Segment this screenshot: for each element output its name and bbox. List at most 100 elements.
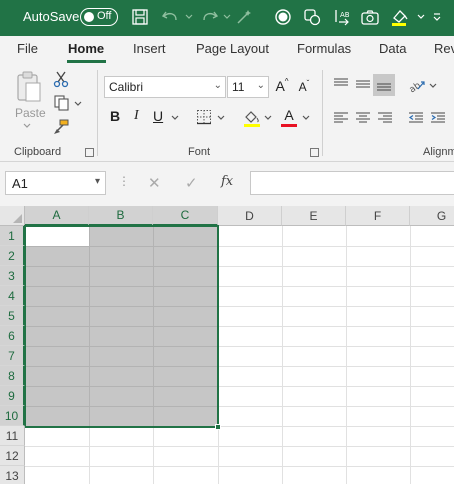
- fill-color-icon[interactable]: [242, 108, 262, 128]
- paste-dropdown-icon[interactable]: [22, 122, 32, 130]
- font-launcher-icon[interactable]: [310, 148, 319, 157]
- customize-quick-access-icon[interactable]: [426, 6, 448, 28]
- tab-page-layout[interactable]: Page Layout: [196, 41, 269, 56]
- select-all-icon: [13, 214, 22, 223]
- shapes-icon[interactable]: [301, 6, 323, 28]
- grow-font-icon[interactable]: A ^: [273, 76, 291, 96]
- row-header-7[interactable]: 7: [0, 346, 25, 366]
- row-header-1[interactable]: 1: [0, 226, 25, 246]
- underline-button[interactable]: U: [153, 108, 163, 124]
- formula-bar: A1 ▾ ⋮ ✕ ✓ fx: [0, 162, 454, 206]
- tab-formulas[interactable]: Formulas: [297, 41, 351, 56]
- copy-dropdown-icon[interactable]: [74, 100, 82, 108]
- font-group-label: Font: [188, 146, 211, 158]
- enter-icon[interactable]: ✓: [185, 174, 198, 192]
- column-header-f[interactable]: F: [346, 206, 410, 226]
- bold-button[interactable]: B: [110, 108, 120, 124]
- column-header-b[interactable]: B: [89, 206, 153, 226]
- chevron-down-icon: ▾: [94, 176, 100, 187]
- grid-line: [25, 446, 454, 447]
- font-name-input[interactable]: Calibri ⌄: [104, 76, 226, 98]
- copy-icon[interactable]: [52, 94, 72, 112]
- borders-dropdown-icon[interactable]: [216, 114, 226, 122]
- top-align-icon[interactable]: [332, 76, 350, 92]
- row-header-3[interactable]: 3: [0, 266, 25, 286]
- row-header-6[interactable]: 6: [0, 326, 25, 346]
- paste-icon[interactable]: [14, 70, 44, 104]
- tab-review[interactable]: Rev: [434, 41, 454, 56]
- fill-handle[interactable]: [215, 424, 221, 430]
- circle-icon[interactable]: [272, 6, 294, 28]
- tab-home[interactable]: Home: [68, 41, 104, 56]
- row-header-11[interactable]: 11: [0, 426, 25, 446]
- column-header-d[interactable]: D: [218, 206, 282, 226]
- row-header-8[interactable]: 8: [0, 366, 25, 386]
- ribbon: Paste Clipboard Calibri ⌄ 11 ⌄ A ^ Aˇ B I…: [0, 64, 454, 162]
- tab-data[interactable]: Data: [379, 41, 406, 56]
- more-options-icon[interactable]: ⋮: [118, 174, 130, 188]
- font-color-dropdown-icon[interactable]: [301, 114, 311, 122]
- orientation-icon[interactable]: ab: [407, 76, 427, 94]
- row-header-4[interactable]: 4: [0, 286, 25, 306]
- column-header-c[interactable]: C: [153, 206, 218, 226]
- row-header-10[interactable]: 10: [0, 406, 25, 426]
- tab-insert[interactable]: Insert: [133, 41, 166, 56]
- ribbon-tabs: File Home Insert Page Layout Formulas Da…: [0, 36, 454, 64]
- row-header-9[interactable]: 9: [0, 386, 25, 406]
- name-box[interactable]: A1 ▾: [5, 171, 106, 195]
- align-left-icon[interactable]: [332, 110, 350, 126]
- decrease-indent-icon[interactable]: [407, 110, 425, 126]
- cut-icon[interactable]: [52, 70, 70, 88]
- magic-wand-icon[interactable]: [233, 6, 255, 28]
- save-icon[interactable]: [129, 6, 151, 28]
- shrink-font-icon[interactable]: Aˇ: [295, 78, 313, 96]
- toggle-knob: [84, 12, 94, 22]
- row-header-12[interactable]: 12: [0, 446, 25, 466]
- clipboard-launcher-icon[interactable]: [85, 148, 94, 157]
- select-all-button[interactable]: [0, 206, 25, 226]
- text-direction-icon[interactable]: AB: [331, 6, 353, 28]
- column-header-e[interactable]: E: [282, 206, 346, 226]
- bottom-align-icon[interactable]: [373, 74, 395, 96]
- italic-button[interactable]: I: [134, 108, 139, 124]
- tab-file[interactable]: File: [17, 41, 38, 56]
- align-center-icon[interactable]: [354, 110, 372, 126]
- autosave-state: Off: [97, 10, 112, 22]
- selection-border: [24, 225, 219, 428]
- fill-color-dropdown-icon[interactable]: [263, 114, 273, 122]
- font-size-input[interactable]: 11 ⌄: [227, 76, 269, 98]
- group-separator: [322, 70, 323, 156]
- column-header-g[interactable]: G: [410, 206, 454, 226]
- increase-indent-icon[interactable]: [429, 110, 447, 126]
- active-tab-indicator: [67, 60, 106, 63]
- chevron-down-icon: ⌄: [256, 80, 265, 91]
- middle-align-icon[interactable]: [354, 76, 372, 92]
- insert-function-button[interactable]: fx: [221, 174, 233, 189]
- row-header-2[interactable]: 2: [0, 246, 25, 266]
- grid-line: [25, 466, 454, 467]
- svg-text:AB: AB: [340, 11, 350, 19]
- font-name-value: Calibri: [109, 80, 144, 94]
- row-header-13[interactable]: 13: [0, 466, 25, 484]
- paste-label[interactable]: Paste: [15, 106, 46, 120]
- undo-dropdown-icon[interactable]: [178, 6, 200, 28]
- autosave-toggle[interactable]: Off: [80, 8, 118, 26]
- borders-icon[interactable]: [195, 108, 213, 126]
- spreadsheet-grid[interactable]: A B C D E F G 1 2 3 4 5 6 7 8 9 10 11 12…: [0, 206, 454, 484]
- orientation-dropdown-icon[interactable]: [428, 82, 438, 90]
- row-header-5[interactable]: 5: [0, 306, 25, 326]
- formula-input[interactable]: [250, 171, 454, 195]
- format-painter-icon[interactable]: [52, 118, 70, 136]
- svg-text:ab: ab: [408, 81, 423, 93]
- autosave-label: AutoSave: [23, 9, 80, 24]
- align-right-icon[interactable]: [376, 110, 394, 126]
- column-header-a[interactable]: A: [25, 206, 89, 226]
- font-color-icon[interactable]: A: [279, 107, 299, 128]
- underline-dropdown-icon[interactable]: [170, 114, 180, 122]
- camera-icon[interactable]: [359, 6, 381, 28]
- title-bar: AutoSave Off AB: [0, 0, 454, 36]
- font-size-value: 11: [232, 80, 245, 94]
- group-separator: [97, 70, 98, 156]
- cancel-icon[interactable]: ✕: [148, 174, 161, 192]
- highlighter-icon[interactable]: [389, 6, 411, 28]
